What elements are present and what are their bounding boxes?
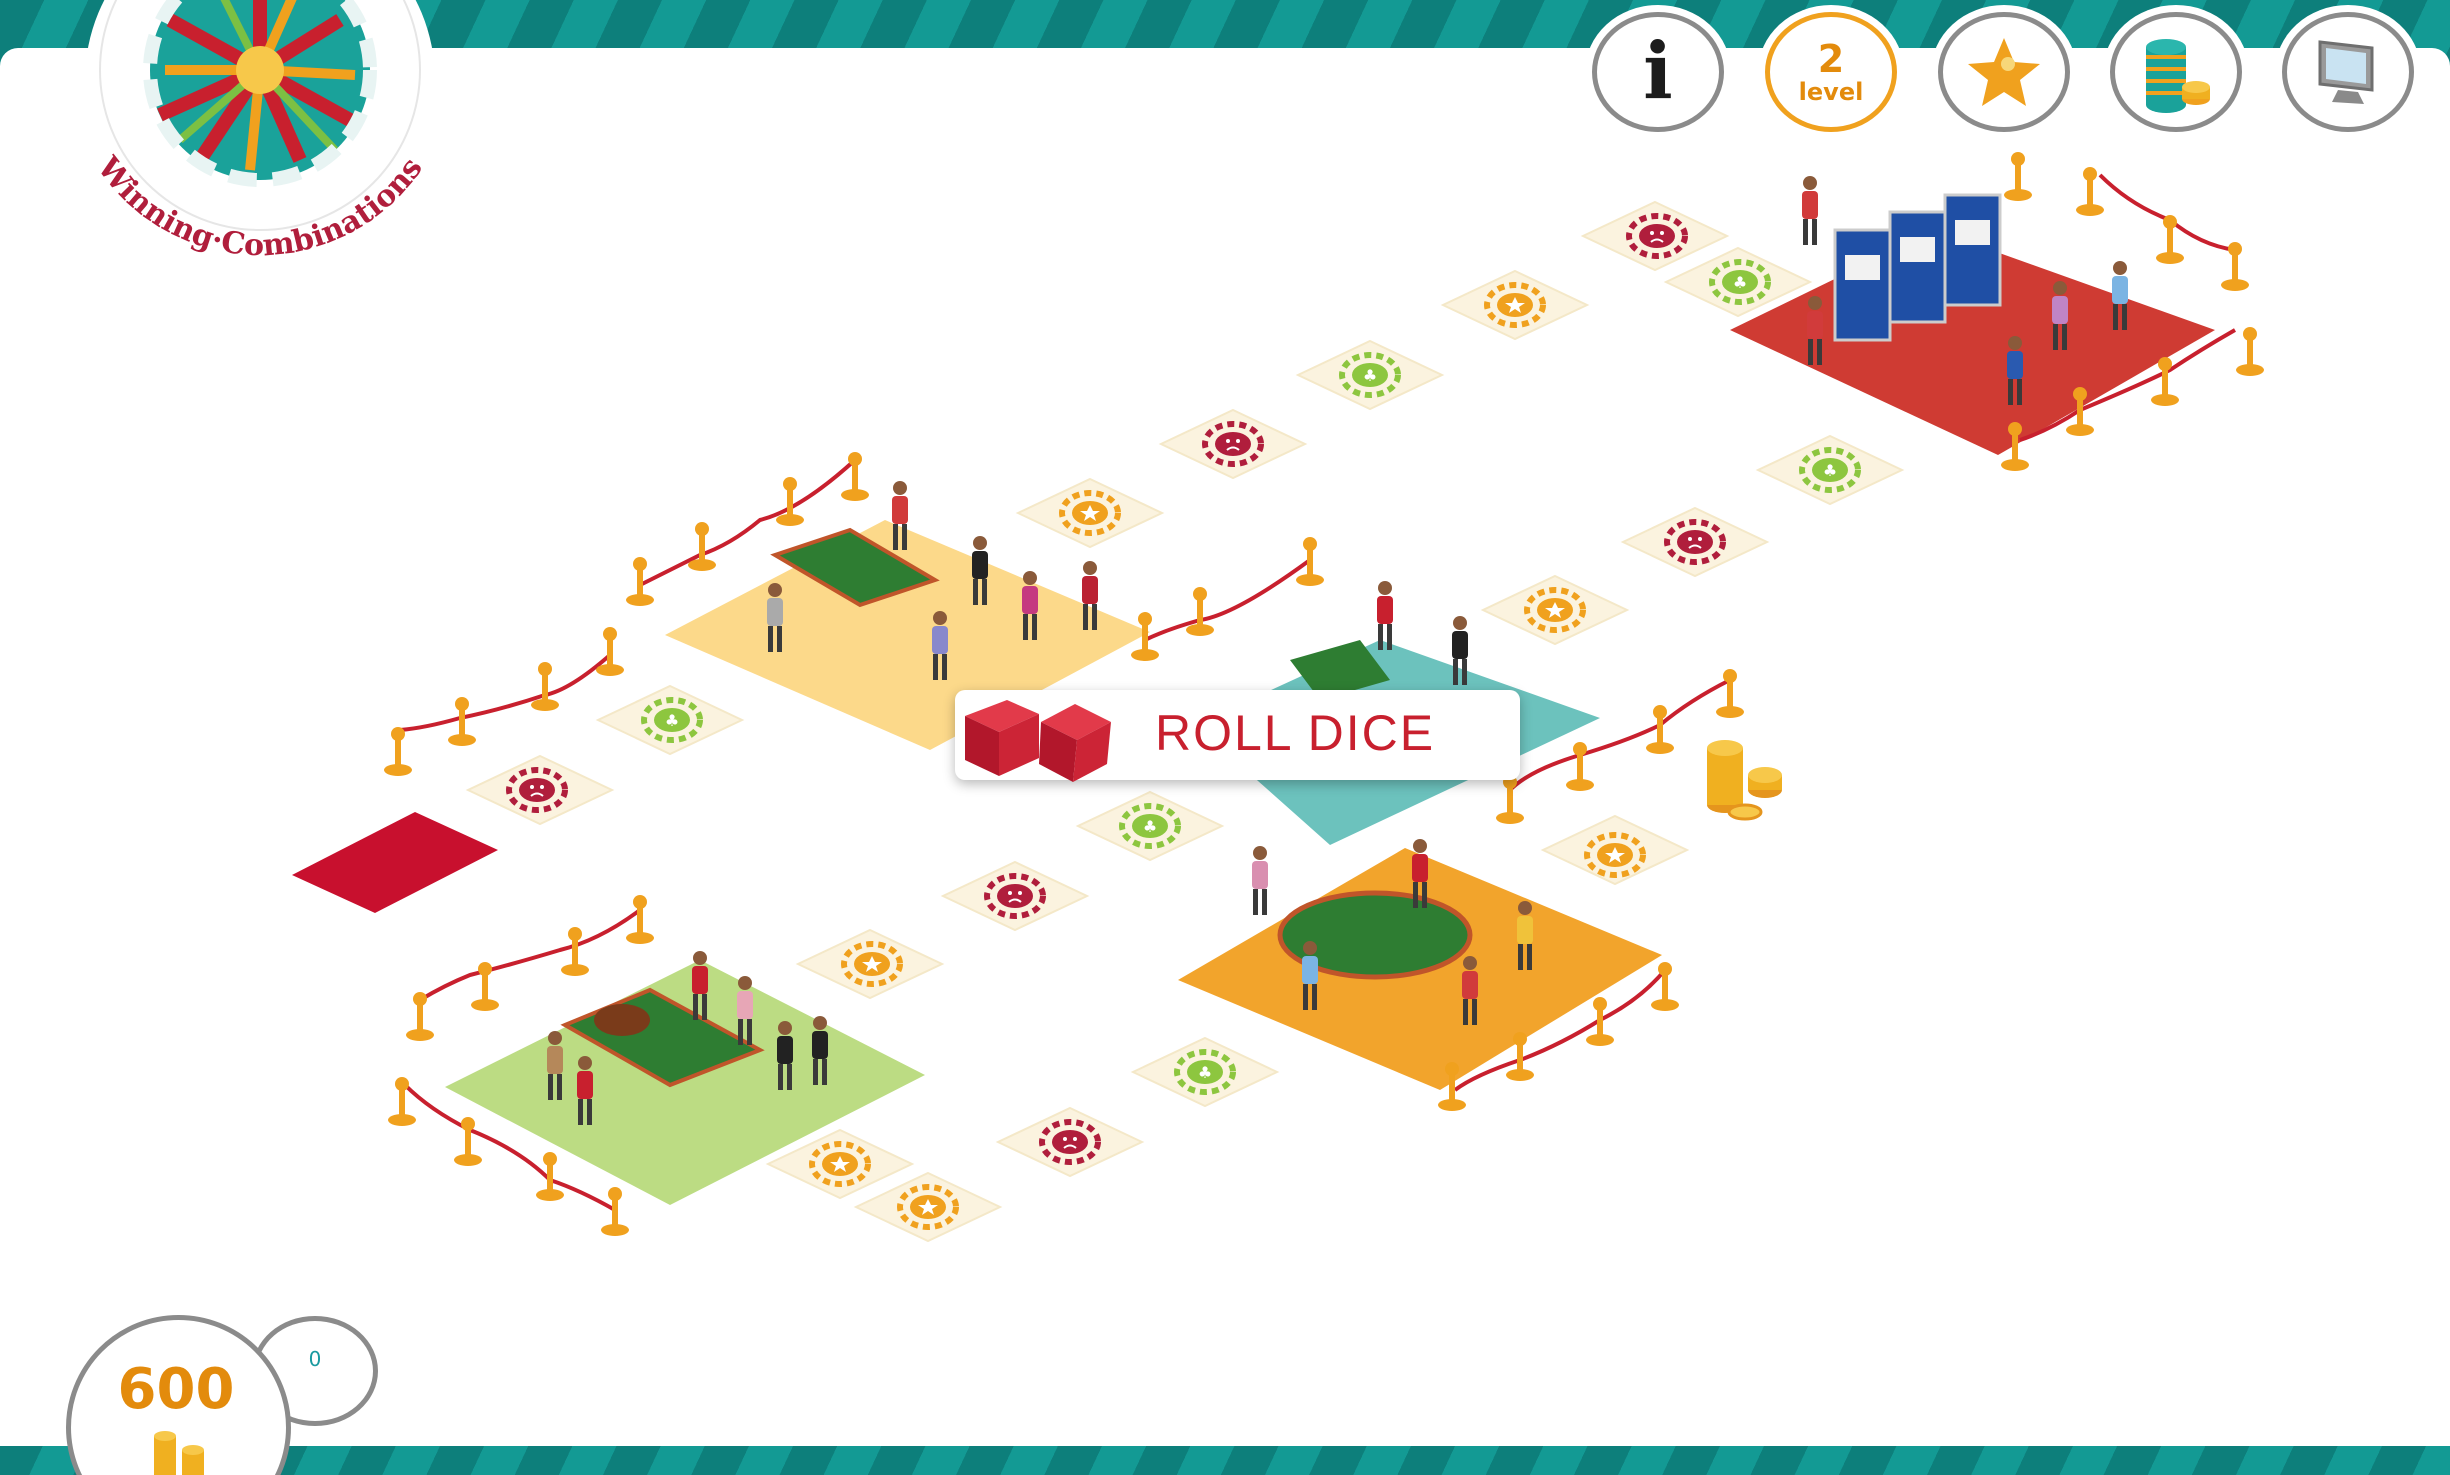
info-icon: i — [1643, 26, 1673, 117]
display-button[interactable] — [2282, 12, 2414, 132]
coin-stack-icon — [1707, 740, 1782, 821]
level-number: 2 — [1817, 37, 1845, 81]
balance-value: 600 — [117, 1357, 235, 1422]
slots-zone — [1730, 176, 2215, 455]
roll-dice-label: ROLL DICE — [1155, 705, 1436, 761]
roll-dice-button[interactable]: ROLL DICE — [955, 690, 1520, 782]
chip-stack-icon — [2146, 39, 2210, 113]
level-label: level — [1798, 78, 1864, 106]
dice-icon — [965, 700, 1111, 782]
level-indicator[interactable]: 2 level — [1765, 12, 1897, 132]
start-tile — [292, 812, 498, 913]
star-icon — [1968, 38, 2040, 106]
info-button[interactable]: i — [1592, 12, 1724, 132]
monitor-icon — [2318, 40, 2374, 104]
game-logo: Winning·Combinations — [85, 0, 435, 264]
favorites-button[interactable] — [1938, 12, 2070, 132]
coins-icon — [154, 1431, 204, 1475]
chips-button[interactable] — [2110, 12, 2242, 132]
poker-zone — [1178, 839, 1662, 1090]
